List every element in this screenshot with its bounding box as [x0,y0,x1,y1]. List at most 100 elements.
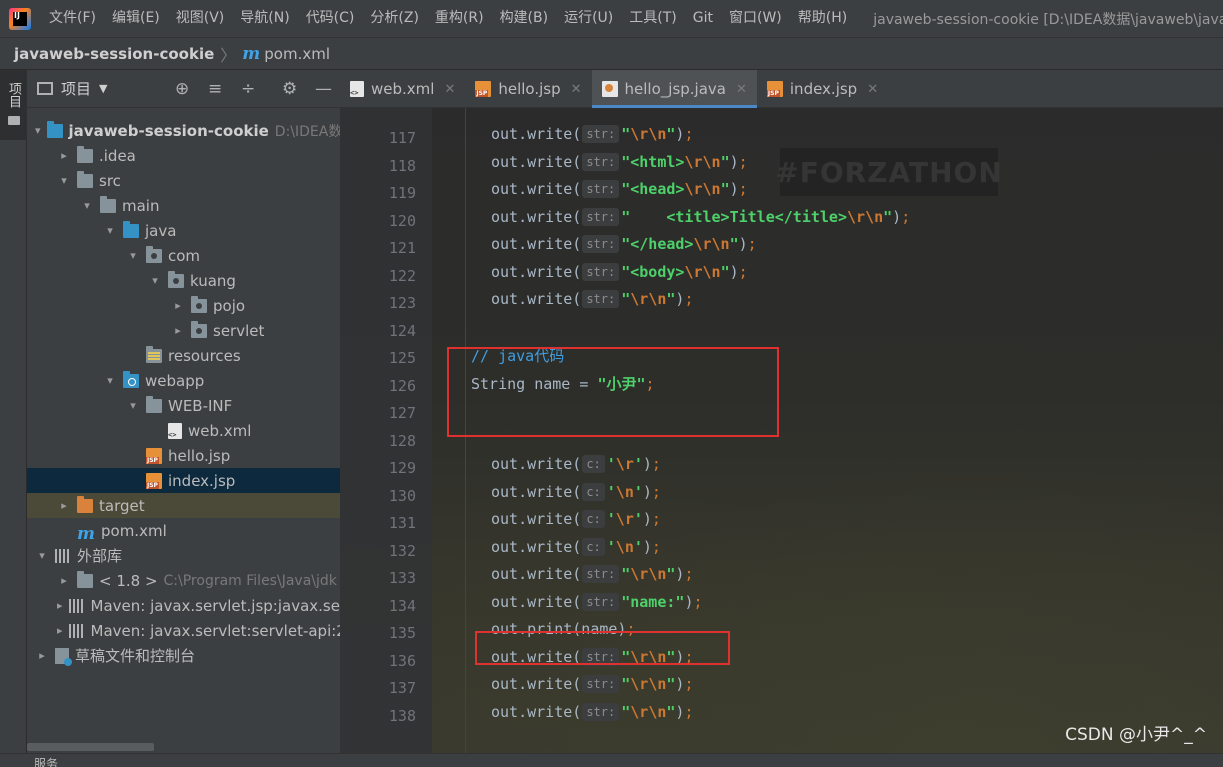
string-literal: "</head>\r\n" [621,235,739,253]
maven-library-icon [68,598,85,613]
code-line: out.write(c: '\n'); [491,482,661,501]
chevron-down-icon[interactable]: ▾ [103,374,117,387]
chevron-down-icon[interactable]: ▾ [35,124,41,137]
services-tab[interactable]: 服务 [34,755,58,767]
tree-item-label: < 1.8 > [99,571,158,590]
chevron-down-icon[interactable]: ▾ [35,549,49,562]
gear-icon[interactable]: ⚙ [282,79,297,99]
string-literal: " <title>Title</title>\r\n" [621,207,893,226]
chevron-right-icon[interactable]: ▸ [57,574,71,587]
minimize-icon[interactable]: — [315,79,332,99]
tree-item[interactable]: ▾ javaweb-session-cookie D:\IDEA数据 [27,118,340,143]
tree-item-label: pom.xml [101,521,167,540]
string-literal: '\n' [606,537,643,556]
horizontal-scrollbar[interactable] [27,743,154,751]
tree-item[interactable]: ▾ java [27,218,340,243]
menu-item[interactable]: Git [685,0,721,37]
tree-item[interactable]: ▾ WEB-INF [27,393,340,418]
menu-item[interactable]: 构建(B) [492,0,557,37]
locate-icon[interactable]: ⊕ [175,79,189,99]
tree-item[interactable]: ▸ pojo [27,293,340,318]
chevron-right-icon[interactable]: ▸ [57,499,71,512]
tree-item[interactable]: ▸ Maven: javax.servlet:servlet-api:2 [27,618,340,643]
menu-item[interactable]: 代码(C) [298,0,363,37]
close-icon[interactable]: ✕ [736,82,747,97]
chevron-down-icon[interactable]: ▾ [148,274,162,287]
close-icon[interactable]: ✕ [867,82,878,97]
highlight-box-java-code [447,347,779,437]
menu-item[interactable]: 工具(T) [621,0,684,37]
chevron-right-icon[interactable]: ▸ [57,599,63,612]
editor-tab[interactable]: web.xml ✕ [340,70,465,108]
chevron-right-icon[interactable]: ▸ [57,624,63,637]
editor-tab[interactable]: hello_jsp.java ✕ [591,70,758,108]
chevron-down-icon[interactable]: ▼ [99,82,107,95]
tree-item[interactable]: ▸ 草稿文件和控制台 [27,643,340,668]
chevron-down-icon[interactable]: ▾ [57,174,71,187]
tree-item[interactable]: ▸ servlet [27,318,340,343]
menu-item[interactable]: 运行(U) [556,0,621,37]
close-icon[interactable]: ✕ [571,82,582,97]
tree-item[interactable]: ▸ < 1.8 > C:\Program Files\Java\jdk [27,568,340,593]
tree-item[interactable]: hello.jsp [27,443,340,468]
logo-text: IJ [14,10,20,20]
project-panel-title[interactable]: 项目 [61,78,91,99]
chevron-down-icon[interactable]: ▾ [126,249,140,262]
jdk-folder-icon [77,570,93,588]
code-line: out.write(str: "\r\n"); [491,702,694,721]
menu-item[interactable]: 视图(V) [168,0,233,37]
menu-item[interactable]: 编辑(E) [104,0,168,37]
tree-item[interactable]: ▸ Maven: javax.servlet.jsp:javax.servlet [27,593,340,618]
breadcrumb-file[interactable]: pom.xml [264,45,330,63]
menu-item[interactable]: 文件(F) [41,0,104,37]
tree-item[interactable]: index.jsp [27,468,340,493]
parameter-hint: str: [582,592,620,611]
chevron-down-icon[interactable]: ▾ [126,399,140,412]
tree-item[interactable]: ▾ 外部库 [27,543,340,568]
parameter-hint: str: [582,702,620,721]
chevron-right-icon[interactable]: ▸ [171,324,185,337]
menu-item[interactable]: 帮助(H) [790,0,855,37]
menu-item[interactable]: 窗口(W) [721,0,790,37]
collapse-all-icon[interactable]: ÷ [241,79,255,99]
tree-item[interactable]: web.xml [27,418,340,443]
tree-item[interactable]: ▾ kuang [27,268,340,293]
chevron-down-icon[interactable]: ▾ [103,224,117,237]
editor-tab-bar: web.xml✕hello.jsp✕hello_jsp.java✕index.j… [340,70,1223,108]
library-icon [55,548,71,563]
close-icon[interactable]: ✕ [444,82,455,97]
menu-item[interactable]: 导航(N) [232,0,297,37]
tab-label: hello_jsp.java [624,80,726,98]
tree-item[interactable]: ▸ .idea [27,143,340,168]
line-number: 136 [388,651,416,670]
chevron-right-icon[interactable]: ▸ [57,149,71,162]
code-line: out.write(str: "<head>\r\n"); [491,180,748,198]
package-icon [191,320,207,338]
string-literal: "<head>\r\n" [621,180,730,198]
tree-item[interactable]: ▾ webapp [27,368,340,393]
parameter-hint: str: [582,125,620,143]
chevron-right-icon[interactable]: ▸ [171,299,185,312]
tree-item[interactable]: ▾ src [27,168,340,193]
tree-item[interactable]: ▾ com [27,243,340,268]
menu-item[interactable]: 分析(Z) [362,0,427,37]
tree-item[interactable]: ▸ target [27,493,340,518]
tree-item-label: 草稿文件和控制台 [75,647,196,665]
breadcrumb-project[interactable]: javaweb-session-cookie [14,45,214,63]
window-title: javaweb-session-cookie [D:\IDEA数据\javawe… [873,11,1223,28]
editor-tab[interactable]: index.jsp ✕ [757,70,888,108]
tree-item[interactable]: resources [27,343,340,368]
tree-item[interactable]: m pom.xml [27,518,340,544]
chevron-down-icon[interactable]: ▾ [80,199,94,212]
line-number-gutter: 117 118 119 120 121 122 123 124 125 126 127 128 129 1… [340,108,432,753]
editor-tab[interactable]: hello.jsp ✕ [465,70,591,108]
project-tool-window-tab[interactable]: 项目 [0,70,27,140]
tree-item[interactable]: ▾ main [27,193,340,218]
parameter-hint: str: [582,675,620,693]
parameter-hint: c: [582,455,605,473]
code-editor[interactable]: #FORZATHON 117 118 119 120 121 122 123 124 125 12… [340,108,1223,753]
expand-all-icon[interactable]: ≡ [208,79,222,99]
package-icon [168,270,184,288]
chevron-right-icon[interactable]: ▸ [35,649,49,662]
menu-item[interactable]: 重构(R) [427,0,492,37]
